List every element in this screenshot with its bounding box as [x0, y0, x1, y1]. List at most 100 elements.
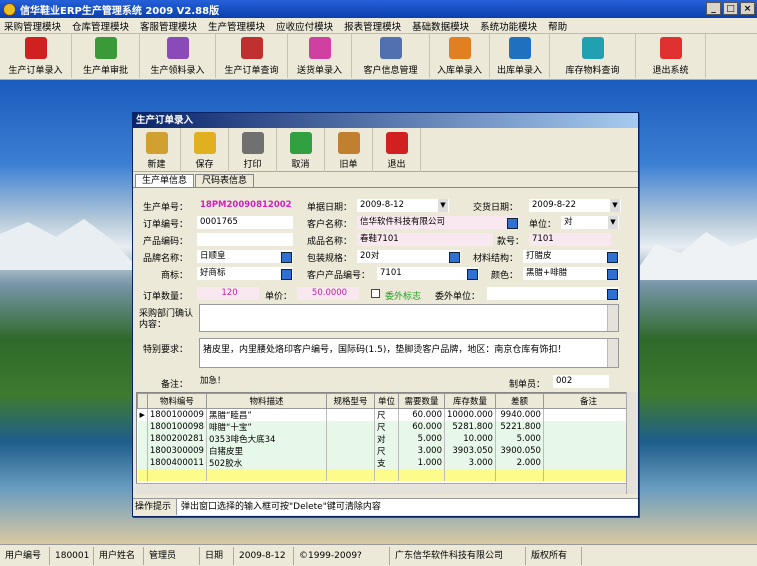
table-cell[interactable]: [326, 433, 375, 445]
table-cell[interactable]: [543, 469, 634, 481]
table-row-new[interactable]: [137, 469, 634, 481]
table-cell[interactable]: 3.000: [444, 457, 496, 469]
table-row[interactable]: 1800400011 502胶水 支 1.000 3.000 2.000: [137, 457, 634, 469]
main-toolbar-button-4[interactable]: 送货单录入: [288, 34, 352, 78]
table-cell[interactable]: [326, 457, 375, 469]
table-cell[interactable]: 黑腊“睦昌”: [206, 408, 327, 421]
table-cell[interactable]: [543, 421, 634, 433]
grid-header-1[interactable]: 物料描述: [205, 393, 327, 409]
main-toolbar-button-6[interactable]: 入库单录入: [430, 34, 490, 78]
table-cell[interactable]: 尺: [374, 408, 399, 421]
table-row[interactable]: 1800200281 0353啡色大底34 对 5.000 10.000 5.000: [137, 433, 634, 445]
date-picker[interactable]: 2009-8-12: [357, 199, 449, 212]
price-field[interactable]: 50.0000: [297, 287, 359, 300]
purchase-scrollbar[interactable]: [607, 305, 618, 331]
table-cell[interactable]: [326, 421, 375, 433]
table-row[interactable]: 1800300009 白猪皮里 尺 3.000 3903.050 3900.050: [137, 445, 634, 457]
menu-item-3[interactable]: 生产管理模块: [208, 19, 265, 33]
table-cell[interactable]: 对: [374, 433, 399, 445]
table-cell[interactable]: 白猪皮里: [206, 445, 327, 457]
grid-header-4[interactable]: 需要数量: [397, 393, 445, 409]
table-cell[interactable]: [374, 469, 399, 481]
table-cell[interactable]: 5221.800: [495, 421, 544, 433]
trademark-field[interactable]: 好商标: [197, 267, 293, 280]
outsource-checkbox[interactable]: [371, 289, 380, 298]
style-no-field[interactable]: 7101: [529, 233, 611, 246]
table-cell[interactable]: [326, 408, 375, 421]
table-cell[interactable]: 1.000: [398, 457, 445, 469]
main-toolbar-button-9[interactable]: 退出系统: [636, 34, 706, 78]
grid-header-7[interactable]: 备注: [542, 393, 634, 409]
menu-item-1[interactable]: 仓库管理模块: [72, 19, 129, 33]
purchase-textarea[interactable]: [199, 304, 619, 332]
table-cell[interactable]: 1800200281: [147, 433, 207, 445]
table-cell[interactable]: 60.000: [398, 408, 445, 421]
table-cell[interactable]: [444, 469, 496, 481]
table-cell[interactable]: 1800100009: [147, 408, 207, 421]
table-cell[interactable]: [543, 445, 634, 457]
dialog-toolbar-button-2[interactable]: 打印: [229, 128, 277, 172]
order-no-field[interactable]: 0001765: [197, 216, 293, 229]
main-toolbar-button-3[interactable]: 生产订单查询: [216, 34, 288, 78]
table-cell[interactable]: 9940.000: [495, 408, 544, 421]
table-cell[interactable]: [543, 457, 634, 469]
main-toolbar-button-8[interactable]: 库存物料查询: [550, 34, 636, 78]
menu-item-8[interactable]: 帮助: [548, 19, 567, 33]
dialog-toolbar-button-3[interactable]: 取消: [277, 128, 325, 172]
product-code-field[interactable]: [197, 233, 293, 246]
brand-field[interactable]: 日顺皇: [197, 250, 293, 263]
finished-name-field[interactable]: 春鞋7101: [357, 233, 493, 246]
customer-field[interactable]: 信华软件科技有限公司: [357, 216, 519, 229]
special-scrollbar[interactable]: [607, 339, 618, 367]
grid-header-0[interactable]: 物料编号: [146, 393, 207, 409]
table-cell[interactable]: 5281.800: [444, 421, 496, 433]
maximize-button[interactable]: □: [723, 2, 738, 15]
table-cell[interactable]: 2.000: [495, 457, 544, 469]
table-cell[interactable]: 10000.000: [444, 408, 496, 421]
table-cell[interactable]: 1800100098: [147, 421, 207, 433]
menu-item-7[interactable]: 系统功能模块: [480, 19, 537, 33]
table-cell[interactable]: [326, 445, 375, 457]
table-cell[interactable]: 3903.050: [444, 445, 496, 457]
dialog-toolbar-button-5[interactable]: 退出: [373, 128, 421, 172]
table-cell[interactable]: [543, 433, 634, 445]
table-cell[interactable]: 502胶水: [206, 457, 327, 469]
dialog-toolbar-button-4[interactable]: 旧单: [325, 128, 373, 172]
grid-header-2[interactable]: 规格型号: [325, 393, 375, 409]
table-cell[interactable]: 1800400011: [147, 457, 207, 469]
table-cell[interactable]: 啡腊“十宝”: [206, 421, 327, 433]
close-button[interactable]: ×: [740, 2, 755, 15]
dialog-toolbar-button-0[interactable]: 新建: [133, 128, 181, 172]
special-textarea[interactable]: 猪皮里，内里腰处烙印客户编号，国际码(1.5)，垫脚烫客户品牌，地区：南京仓库有…: [199, 338, 619, 368]
table-cell[interactable]: 5.000: [398, 433, 445, 445]
table-cell[interactable]: 10.000: [444, 433, 496, 445]
table-cell[interactable]: [147, 469, 207, 481]
menu-item-0[interactable]: 采购管理模块: [4, 19, 61, 33]
table-cell[interactable]: 0353啡色大底34: [206, 433, 327, 445]
unit-select[interactable]: 对: [561, 216, 619, 229]
table-cell[interactable]: 尺: [374, 421, 399, 433]
table-cell[interactable]: 3900.050: [495, 445, 544, 457]
table-cell[interactable]: [326, 469, 375, 481]
main-toolbar-button-1[interactable]: 生产单审批: [72, 34, 140, 78]
table-cell[interactable]: 60.000: [398, 421, 445, 433]
table-cell[interactable]: 支: [374, 457, 399, 469]
table-cell[interactable]: [543, 408, 634, 421]
table-cell[interactable]: [137, 469, 148, 481]
remark-field[interactable]: 加急！: [197, 375, 487, 388]
menu-item-6[interactable]: 基础数据模块: [412, 19, 469, 33]
grid-header-5[interactable]: 库存数量: [443, 393, 496, 409]
material-field[interactable]: 打腊皮: [523, 250, 619, 263]
grid-header-6[interactable]: 差额: [494, 393, 544, 409]
table-cell[interactable]: 5.000: [495, 433, 544, 445]
delivery-date-picker[interactable]: 2009-8-22: [529, 199, 621, 212]
table-row[interactable]: 1800100098 啡腊“十宝” 尺 60.000 5281.800 5221.800: [137, 421, 634, 433]
main-toolbar-button-2[interactable]: 生产领料录入: [140, 34, 216, 78]
table-cell[interactable]: 1800300009: [147, 445, 207, 457]
main-toolbar-button-7[interactable]: 出库单录入: [490, 34, 550, 78]
qty-field[interactable]: 120: [197, 287, 259, 300]
grid-header-3[interactable]: 单位: [373, 393, 399, 409]
table-cell[interactable]: 尺: [374, 445, 399, 457]
table-cell[interactable]: [398, 469, 445, 481]
cust-prod-field[interactable]: 7101: [377, 267, 479, 280]
